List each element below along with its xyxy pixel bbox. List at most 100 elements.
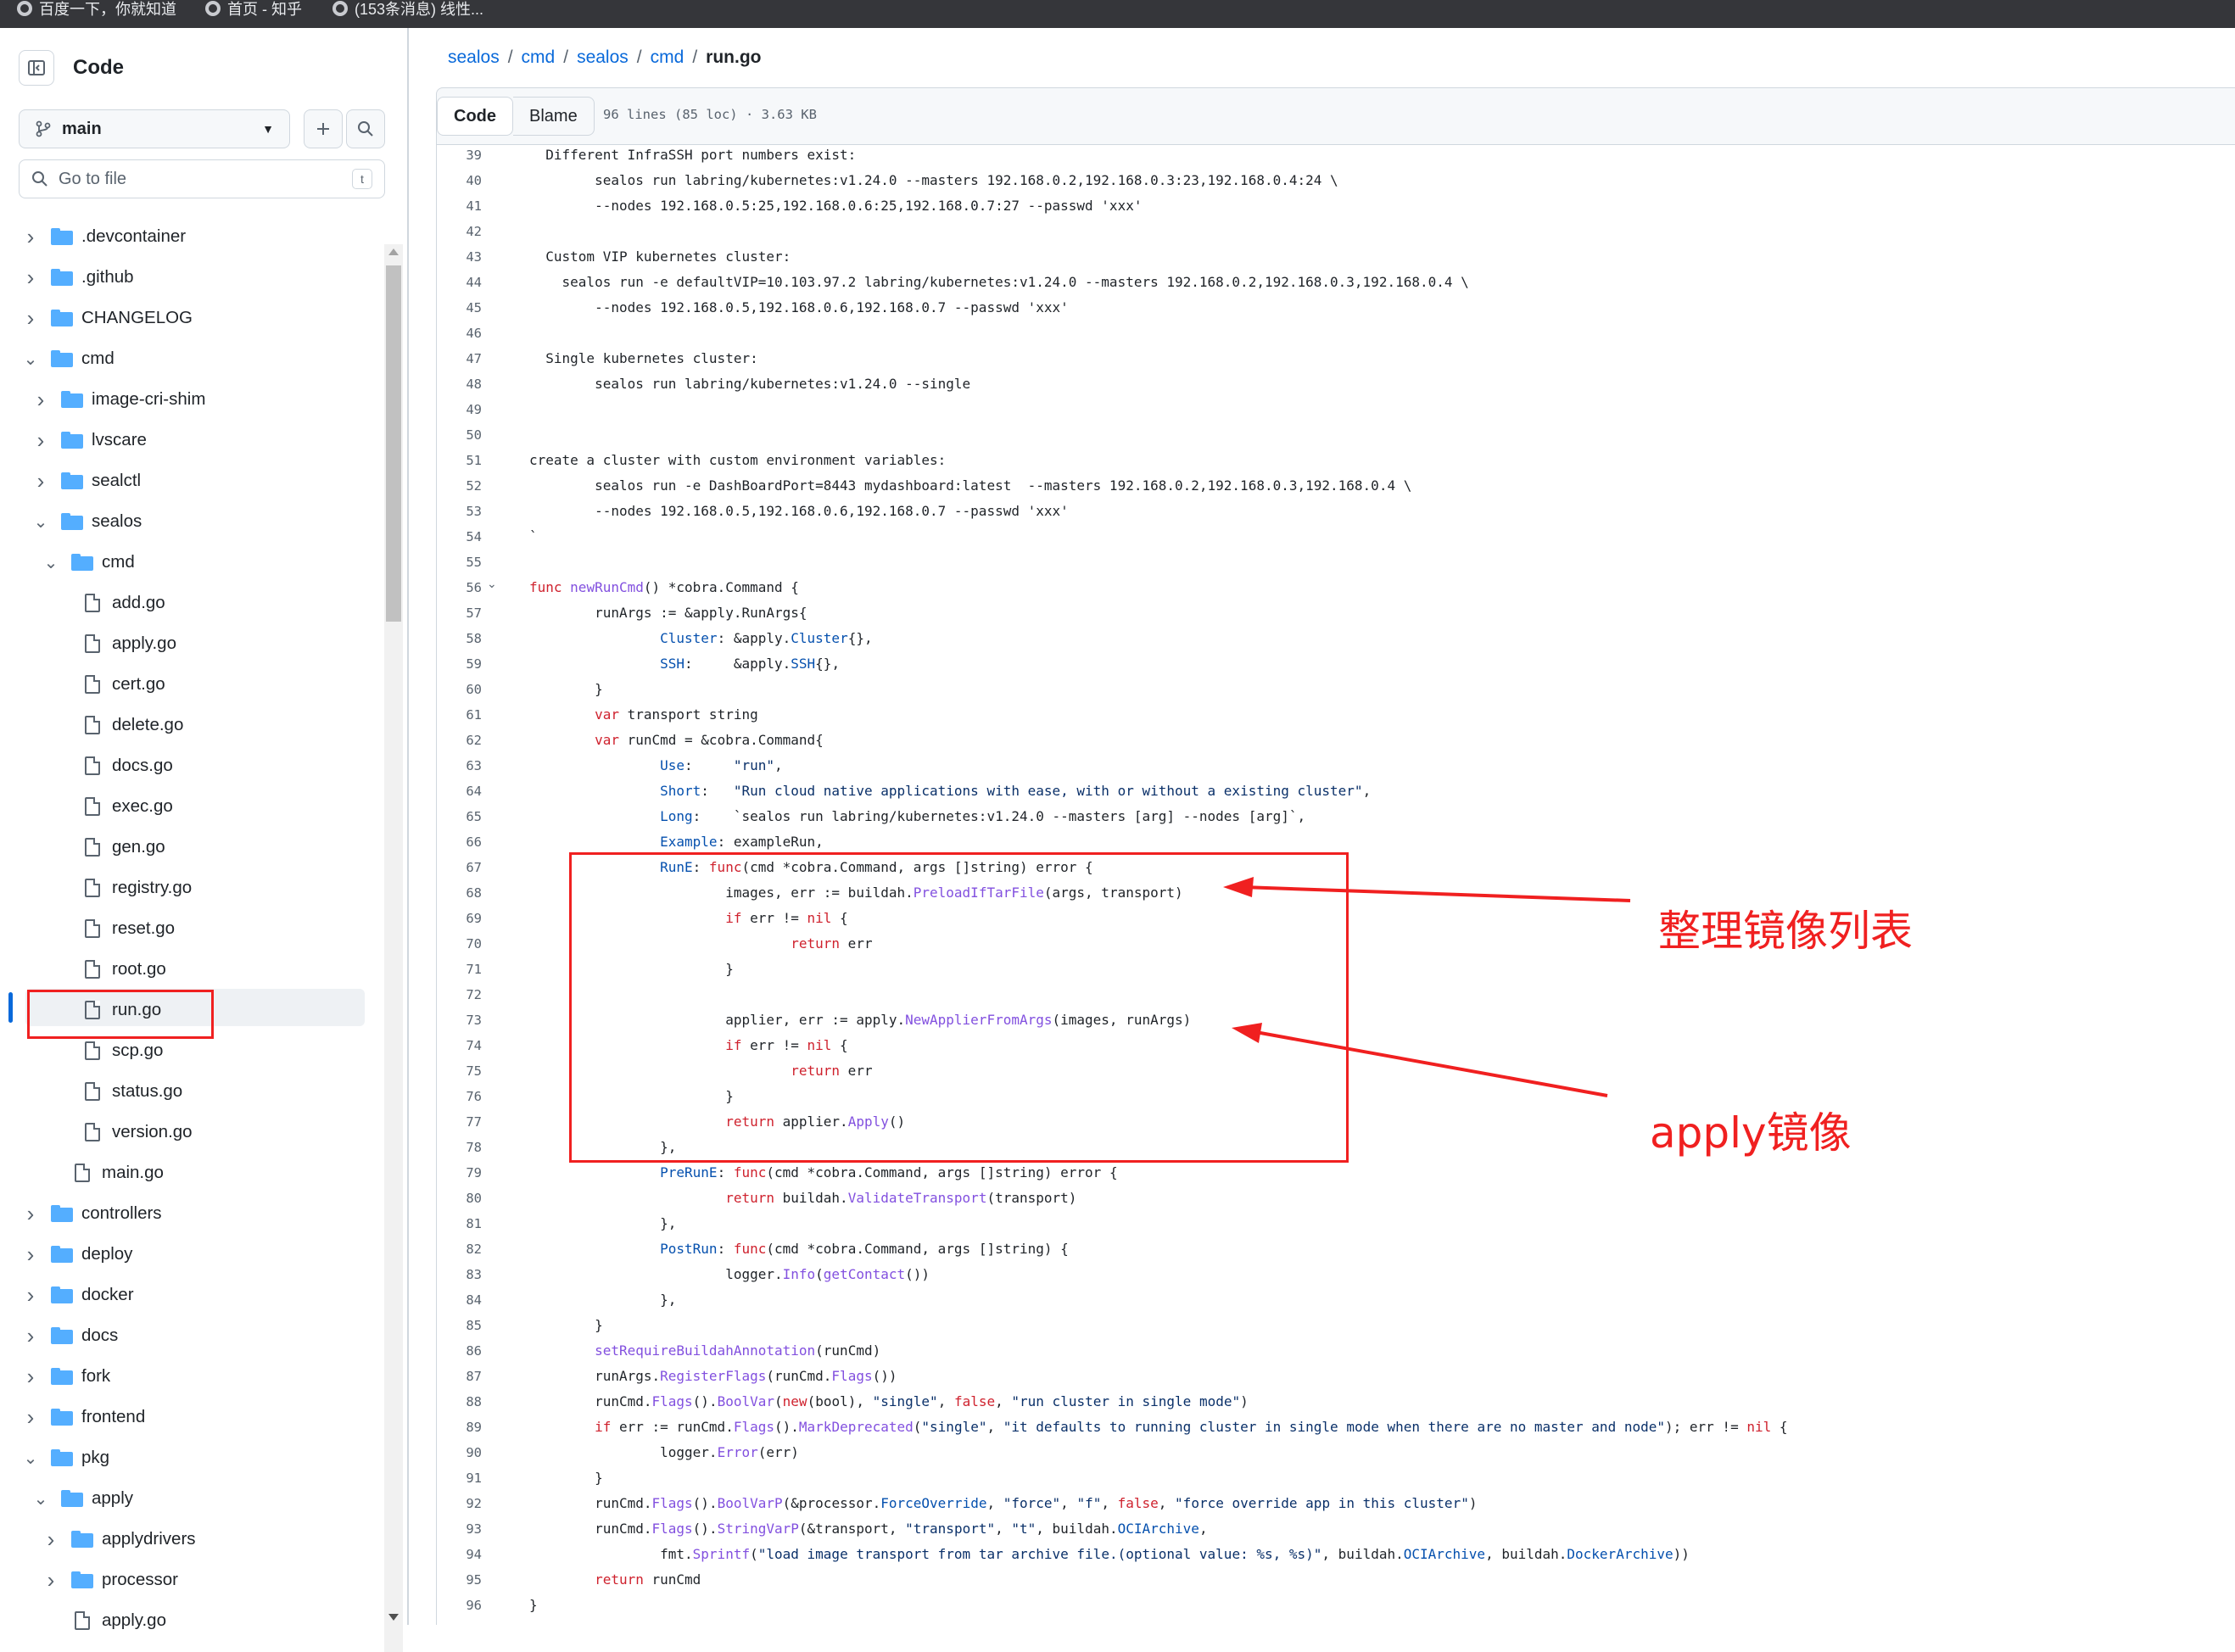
tree-file-item[interactable]: root.go: [54, 952, 166, 986]
chevron-right-icon[interactable]: ›: [34, 387, 47, 413]
line-number[interactable]: 78: [448, 1140, 482, 1155]
line-number[interactable]: 90: [448, 1445, 482, 1460]
line-number[interactable]: 92: [448, 1496, 482, 1511]
line-number[interactable]: 64: [448, 784, 482, 799]
tree-folder-item[interactable]: › processor: [44, 1563, 178, 1597]
breadcrumb-link[interactable]: sealos: [448, 47, 500, 68]
tree-file-item[interactable]: main.go: [44, 1156, 164, 1190]
search-button[interactable]: [346, 109, 385, 148]
tree-folder-item[interactable]: ⌄ apply: [34, 1482, 133, 1515]
line-number[interactable]: 46: [448, 326, 482, 341]
line-number[interactable]: 59: [448, 656, 482, 672]
chevron-right-icon[interactable]: ›: [44, 1567, 58, 1593]
tree-folder-item[interactable]: ⌄ pkg: [24, 1441, 109, 1475]
line-number[interactable]: 48: [448, 377, 482, 392]
tree-folder-item[interactable]: › docker: [24, 1278, 134, 1312]
tree-folder-item[interactable]: ⌄ cmd: [44, 545, 135, 579]
chevron-right-icon[interactable]: ›: [24, 1201, 37, 1227]
tree-folder-item[interactable]: › sealctl: [34, 464, 141, 498]
line-number[interactable]: 53: [448, 504, 482, 519]
line-number[interactable]: 84: [448, 1292, 482, 1308]
chevron-right-icon[interactable]: ›: [24, 305, 37, 332]
line-number[interactable]: 60: [448, 682, 482, 697]
tree-folder-item[interactable]: › .github: [24, 260, 134, 294]
tree-folder-item[interactable]: › .devcontainer: [24, 220, 186, 254]
line-number[interactable]: 83: [448, 1267, 482, 1282]
bookmark-csdn[interactable]: (153条消息) 线性...: [332, 0, 483, 18]
line-number[interactable]: 40: [448, 173, 482, 188]
line-number[interactable]: 93: [448, 1521, 482, 1537]
tree-folder-item[interactable]: › fork: [24, 1359, 111, 1393]
breadcrumb-link[interactable]: cmd: [651, 47, 684, 68]
line-number[interactable]: 43: [448, 249, 482, 265]
line-number[interactable]: 86: [448, 1343, 482, 1359]
tree-folder-item[interactable]: › lvscare: [34, 423, 147, 457]
tree-file-item[interactable]: apply.go: [44, 1604, 166, 1638]
tree-folder-item[interactable]: › frontend: [24, 1400, 146, 1434]
line-number[interactable]: 39: [448, 148, 482, 163]
branch-selector[interactable]: main ▼: [19, 109, 290, 148]
go-to-file-input[interactable]: Go to file t: [19, 159, 385, 198]
line-number[interactable]: 77: [448, 1114, 482, 1130]
tree-file-item[interactable]: apply.go: [54, 627, 176, 661]
line-number[interactable]: 91: [448, 1471, 482, 1486]
line-number[interactable]: 63: [448, 758, 482, 773]
tree-folder-item[interactable]: › applydrivers: [44, 1522, 196, 1556]
chevron-right-icon[interactable]: ›: [44, 1526, 58, 1553]
tree-folder-item[interactable]: › controllers: [24, 1197, 162, 1231]
tree-file-item[interactable]: registry.go: [54, 871, 192, 905]
line-number[interactable]: 44: [448, 275, 482, 290]
line-number[interactable]: 45: [448, 300, 482, 315]
line-number[interactable]: 94: [448, 1547, 482, 1562]
scroll-down-arrow[interactable]: [388, 1614, 399, 1621]
scroll-up-arrow[interactable]: [388, 248, 399, 255]
chevron-right-icon[interactable]: ›: [24, 1364, 37, 1390]
line-number[interactable]: 56: [448, 580, 482, 595]
collapse-panel-button[interactable]: [19, 50, 54, 86]
breadcrumb-link[interactable]: cmd: [522, 47, 556, 68]
line-number[interactable]: 42: [448, 224, 482, 239]
blame-tab[interactable]: Blame: [513, 97, 595, 136]
tree-folder-item[interactable]: › CHANGELOG: [24, 301, 193, 335]
bookmark-zhihu[interactable]: 首页 - 知乎: [205, 0, 302, 18]
chevron-right-icon[interactable]: ›: [34, 468, 47, 494]
line-number[interactable]: 85: [448, 1318, 482, 1333]
tree-folder-item[interactable]: › docs: [24, 1319, 119, 1353]
tree-file-item[interactable]: gen.go: [54, 830, 165, 864]
line-number[interactable]: 57: [448, 606, 482, 621]
line-number[interactable]: 82: [448, 1242, 482, 1257]
line-number[interactable]: 71: [448, 962, 482, 977]
chevron-right-icon[interactable]: ›: [24, 265, 37, 291]
tree-folder-item[interactable]: ⌄ sealos: [34, 505, 142, 539]
line-number[interactable]: 50: [448, 427, 482, 443]
chevron-right-icon[interactable]: ›: [24, 1242, 37, 1268]
breadcrumb-link[interactable]: sealos: [577, 47, 629, 68]
line-number[interactable]: 54: [448, 529, 482, 544]
tree-file-item[interactable]: scp.go: [54, 1034, 163, 1068]
line-number[interactable]: 49: [448, 402, 482, 417]
line-number[interactable]: 52: [448, 478, 482, 494]
tree-file-item[interactable]: version.go: [54, 1115, 193, 1149]
line-number[interactable]: 61: [448, 707, 482, 723]
tree-file-item[interactable]: add.go: [54, 586, 165, 620]
bookmark-baidu[interactable]: 百度一下，你就知道: [17, 0, 176, 18]
chevron-down-icon[interactable]: ⌄: [34, 511, 48, 533]
add-file-button[interactable]: [304, 109, 343, 148]
line-number[interactable]: 88: [448, 1394, 482, 1409]
line-number[interactable]: 81: [448, 1216, 482, 1231]
sidebar-scrollbar-thumb[interactable]: [386, 265, 401, 622]
line-number[interactable]: 66: [448, 834, 482, 850]
line-number[interactable]: 73: [448, 1013, 482, 1028]
chevron-right-icon[interactable]: ›: [24, 224, 37, 250]
line-number[interactable]: 68: [448, 885, 482, 901]
chevron-right-icon[interactable]: ›: [24, 1282, 37, 1309]
line-number[interactable]: 70: [448, 936, 482, 952]
tree-file-item[interactable]: exec.go: [54, 790, 173, 823]
tree-file-item[interactable]: reset.go: [54, 912, 175, 946]
tree-file-item[interactable]: docs.go: [54, 749, 173, 783]
line-number[interactable]: 72: [448, 987, 482, 1002]
line-number[interactable]: 58: [448, 631, 482, 646]
chevron-down-icon[interactable]: ⌄: [24, 349, 38, 370]
line-number[interactable]: 74: [448, 1038, 482, 1053]
chevron-right-icon[interactable]: ›: [24, 1323, 37, 1349]
